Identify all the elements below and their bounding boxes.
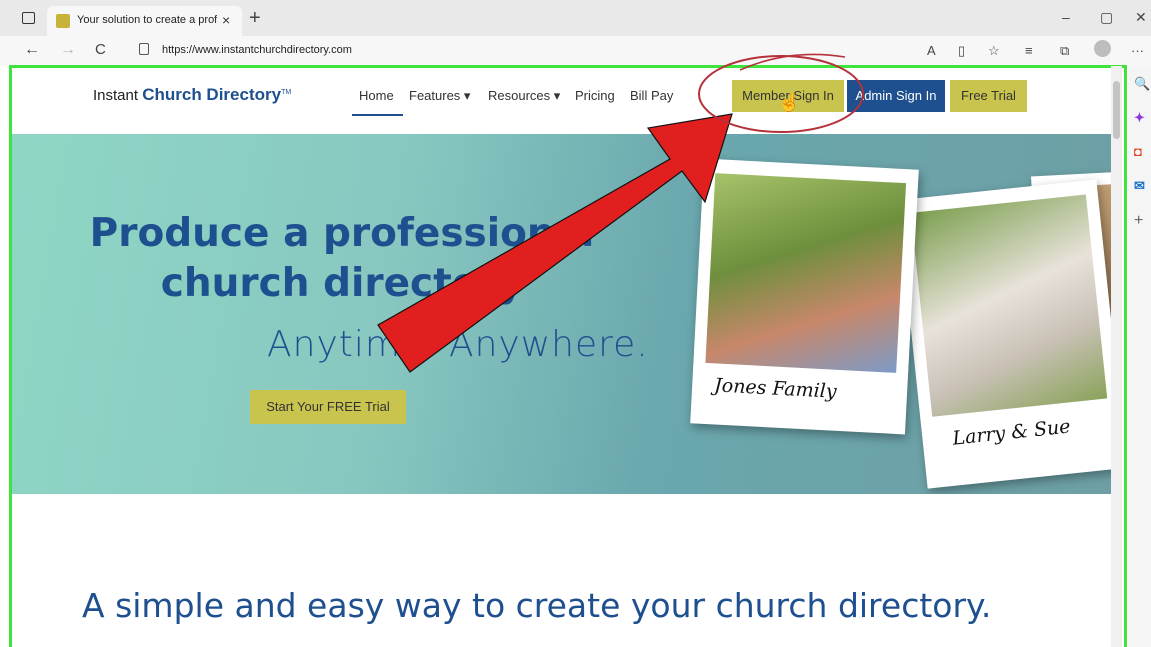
- page-tagline: A simple and easy way to create your chu…: [82, 586, 992, 625]
- browser-side-panel: 🔍 ✦ ◘ ✉ +: [1128, 66, 1151, 647]
- start-free-trial-button[interactable]: Start Your FREE Trial: [250, 390, 406, 424]
- url-text: https://www.instantchurchdirectory.com: [162, 44, 352, 56]
- favicon-icon: [56, 14, 70, 28]
- tab-title: Your solution to create a profess: [77, 14, 217, 26]
- collections-icon[interactable]: ⧉: [1060, 43, 1069, 59]
- search-icon[interactable]: 🔍: [1134, 76, 1150, 92]
- outlook-icon[interactable]: ✉: [1134, 178, 1145, 194]
- browser-tab[interactable]: Your solution to create a profess ×: [47, 6, 242, 36]
- tab-close-icon[interactable]: ×: [222, 12, 230, 28]
- logo-brand: Church Directory: [142, 85, 282, 104]
- hero-banner: Produce a professional church directory …: [12, 134, 1114, 494]
- favorite-add-icon[interactable]: ☆: [988, 43, 1000, 59]
- hero-title: Produce a professional church directory: [12, 209, 672, 309]
- more-icon[interactable]: ···: [1131, 43, 1144, 58]
- minimize-icon[interactable]: –: [1062, 9, 1070, 25]
- photo-caption-larry-sue: Larry & Sue: [951, 415, 1072, 450]
- close-window-icon[interactable]: ✕: [1135, 9, 1147, 26]
- polaroid-jones-family: Jones Family: [690, 158, 919, 435]
- lock-icon[interactable]: [139, 43, 149, 55]
- hero-title-line-1: Produce a professional: [89, 211, 595, 256]
- site-header: Instant Church DirectoryTM Home Features…: [12, 68, 1114, 134]
- page-viewport: Instant Church DirectoryTM Home Features…: [9, 65, 1127, 647]
- forward-icon[interactable]: →: [60, 41, 76, 59]
- nav-home[interactable]: Home: [359, 88, 394, 103]
- page-scrollbar[interactable]: [1111, 66, 1122, 647]
- nav-features[interactable]: Features ▾: [409, 88, 470, 104]
- logo-trademark: TM: [281, 89, 292, 96]
- polaroid-larry-sue: Larry & Sue: [897, 179, 1114, 489]
- back-icon[interactable]: ←: [24, 41, 40, 59]
- site-logo[interactable]: Instant Church DirectoryTM: [93, 85, 291, 105]
- tab-actions-icon[interactable]: [22, 12, 35, 24]
- address-bar: ← → C https://www.instantchurchdirectory…: [0, 36, 1151, 66]
- refresh-icon[interactable]: C: [95, 41, 106, 58]
- immersive-reader-icon[interactable]: ▯: [958, 43, 965, 59]
- couple-photo: [910, 194, 1108, 417]
- copilot-icon[interactable]: ✦: [1134, 110, 1145, 126]
- nav-resources[interactable]: Resources ▾: [488, 88, 560, 104]
- logo-prefix: Instant: [93, 87, 143, 104]
- browser-tab-bar: Your solution to create a profess × + – …: [0, 0, 1151, 36]
- family-photo: [705, 173, 907, 373]
- hand-cursor-icon: ☝: [778, 92, 801, 112]
- hero-subtitle: Anytime. Anywhere.: [267, 324, 649, 365]
- admin-sign-in-button[interactable]: Admin Sign In: [847, 80, 945, 112]
- url-field[interactable]: https://www.instantchurchdirectory.com: [123, 40, 923, 62]
- photo-caption-jones-family: Jones Family: [713, 374, 838, 403]
- nav-bill-pay[interactable]: Bill Pay: [630, 88, 673, 103]
- add-panel-icon[interactable]: +: [1134, 212, 1143, 230]
- free-trial-button[interactable]: Free Trial: [950, 80, 1027, 112]
- restore-icon[interactable]: ▢: [1100, 9, 1113, 26]
- read-aloud-icon[interactable]: A: [927, 43, 936, 58]
- new-tab-icon[interactable]: +: [249, 7, 261, 30]
- scrollbar-thumb[interactable]: [1113, 81, 1120, 139]
- favorites-icon[interactable]: ≡: [1025, 43, 1033, 58]
- nav-home-underline: [352, 114, 403, 116]
- hero-title-line-2: church directory: [160, 261, 524, 306]
- profile-icon[interactable]: [1094, 40, 1111, 57]
- nav-pricing[interactable]: Pricing: [575, 88, 615, 103]
- office-icon[interactable]: ◘: [1134, 144, 1142, 159]
